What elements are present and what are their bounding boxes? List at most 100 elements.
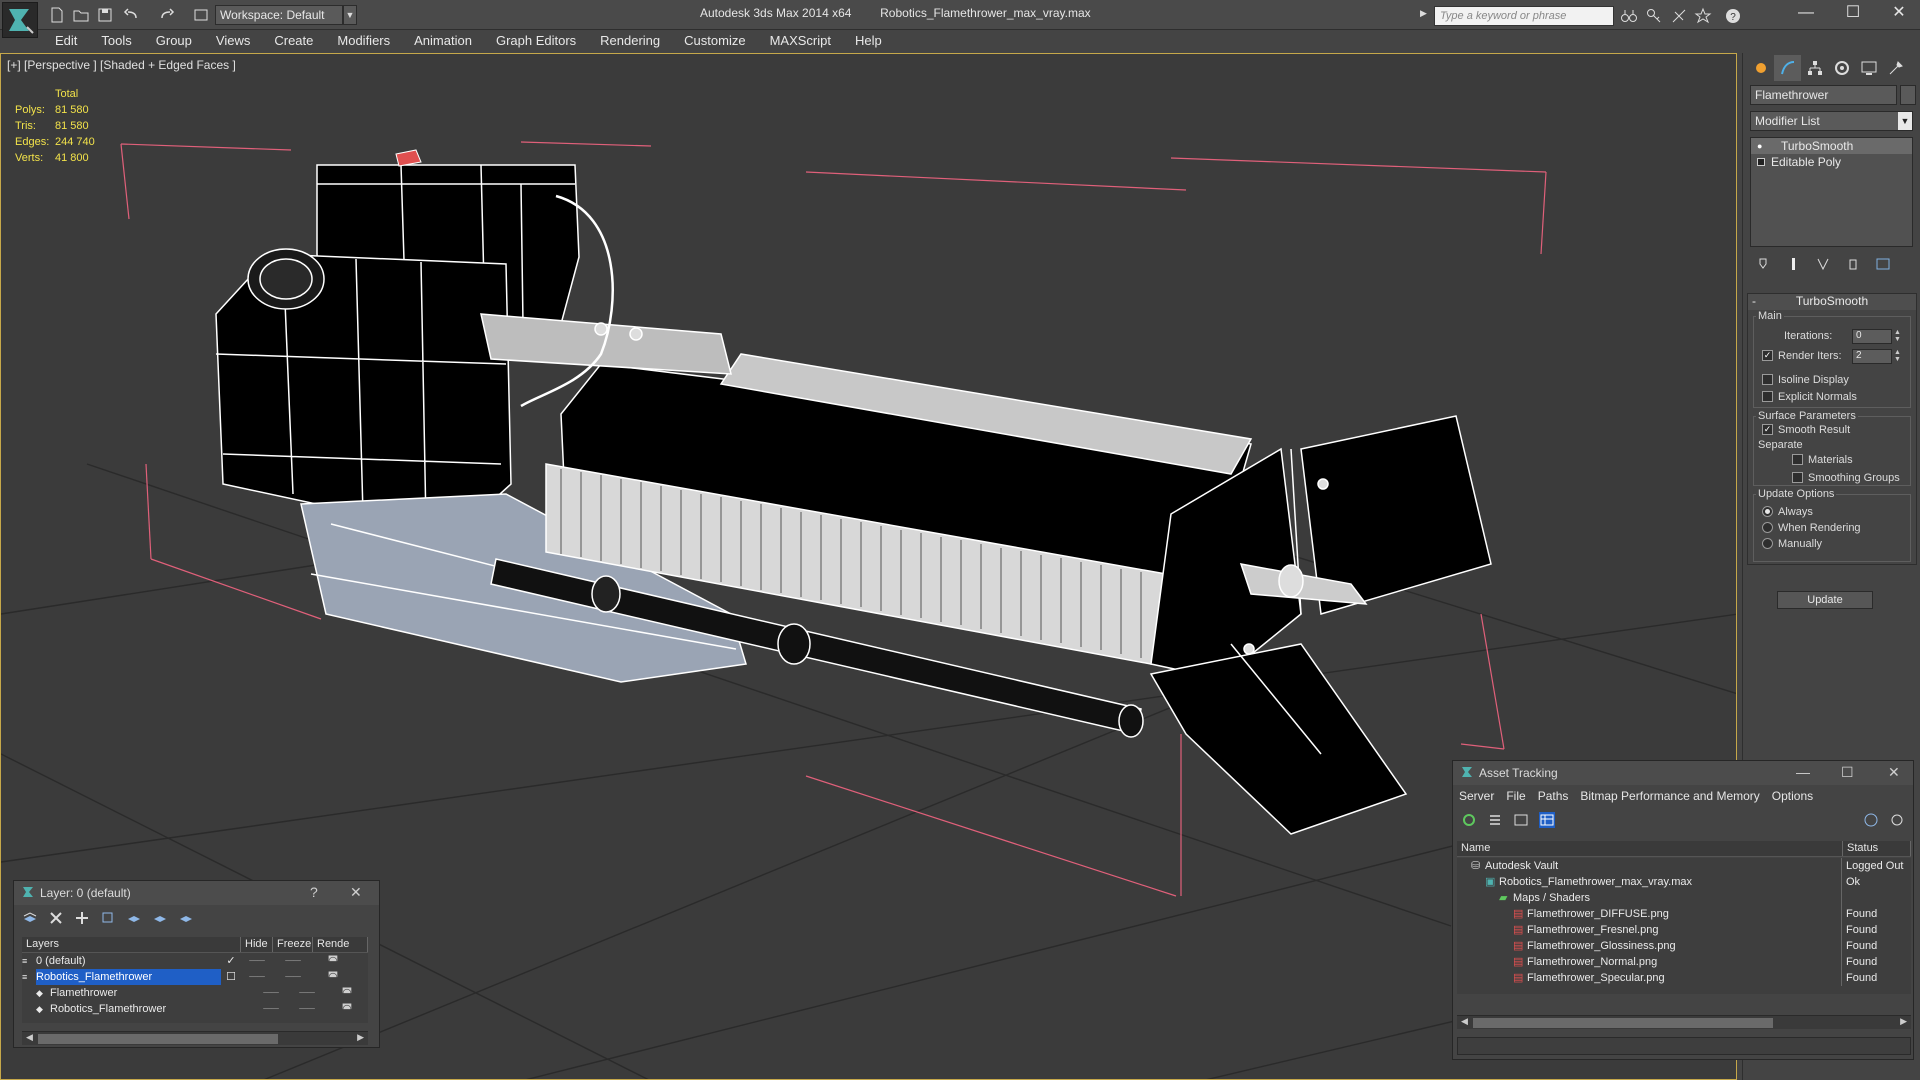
save-icon[interactable] [96,6,114,24]
settings-icon[interactable] [1889,812,1905,828]
new-file-icon[interactable] [48,6,66,24]
help-icon[interactable] [1863,812,1879,828]
update-button[interactable]: Update [1777,591,1873,609]
modify-tab-icon[interactable] [1774,55,1801,81]
smooth-result-checkbox[interactable]: ✓ [1762,424,1773,435]
current-layer-marker[interactable]: ☐ [221,969,241,985]
menu-views[interactable]: Views [204,30,262,48]
menu-rendering[interactable]: Rendering [588,30,672,48]
freeze-all-icon[interactable] [178,910,194,926]
hide-toggle[interactable]: ── [241,969,273,985]
utilities-tab-icon[interactable] [1882,55,1909,81]
column-status[interactable]: Status [1843,841,1911,856]
menu-animation[interactable]: Animation [402,30,484,48]
object-color-swatch[interactable] [1900,85,1916,105]
isoline-display-checkbox[interactable] [1762,374,1773,385]
menu-group[interactable]: Group [144,30,204,48]
stack-item-editable-poly[interactable]: Editable Poly [1751,154,1912,170]
layer-horizontal-scrollbar[interactable]: ◀ ▶ [22,1031,368,1045]
spinner-arrows-icon[interactable]: ▲ ▼ [1893,329,1902,344]
asset-menu-options[interactable]: Options [1772,789,1813,803]
show-end-result-icon[interactable] [1780,254,1806,274]
asset-row[interactable]: ▰ Maps / Shaders [1457,890,1911,906]
menu-modifiers[interactable]: Modifiers [325,30,402,48]
materials-checkbox[interactable] [1792,454,1803,465]
render-teapot-icon[interactable]: ◚ [327,1001,367,1017]
viewport-label[interactable]: [+] [Perspective ] [Shaded + Edged Faces… [7,58,236,72]
close-icon[interactable]: ✕ [350,884,362,901]
hide-toggle[interactable]: ── [241,953,273,969]
always-radio[interactable] [1762,506,1773,517]
asset-window-titlebar[interactable]: Asset Tracking — ☐ ✕ [1453,761,1913,785]
asset-row[interactable]: ▤ Flamethrower_Glossiness.png Found [1457,938,1911,954]
redo-icon[interactable] [158,6,176,24]
undo-icon[interactable] [122,6,140,24]
close-button[interactable]: ✕ [1879,3,1919,25]
render-iters-checkbox[interactable]: ✓ [1762,350,1773,361]
column-name[interactable]: Name [1457,841,1843,856]
stack-item-turbosmooth[interactable]: ● TurboSmooth [1751,138,1912,154]
thumbnail-view-icon[interactable] [1513,812,1529,828]
asset-row[interactable]: ▤ Flamethrower_Fresnel.png Found [1457,922,1911,938]
hierarchy-tab-icon[interactable] [1801,55,1828,81]
menu-graph-editors[interactable]: Graph Editors [484,30,588,48]
list-view-icon[interactable] [1487,812,1503,828]
menu-tools[interactable]: Tools [89,30,143,48]
asset-horizontal-scrollbar[interactable]: ◀ ▶ [1457,1015,1911,1029]
subscription-icon[interactable] [1670,7,1688,25]
current-layer-marker[interactable] [235,985,255,1001]
highlight-layer-icon[interactable] [126,910,142,926]
layer-window-titlebar[interactable]: Layer: 0 (default) ? ✕ [14,881,379,905]
render-iters-spinner[interactable]: 2 [1852,349,1892,364]
menu-customize[interactable]: Customize [672,30,757,48]
rollout-header[interactable]: - TurboSmooth [1748,294,1916,310]
asset-row[interactable]: ⛁ Autodesk Vault Logged Out [1457,858,1911,874]
render-teapot-icon[interactable]: ◚ [313,953,353,969]
workspace-dropdown[interactable]: Workspace: Default [215,5,343,25]
hide-all-icon[interactable] [152,910,168,926]
asset-row[interactable]: ▤ Flamethrower_DIFFUSE.png Found [1457,906,1911,922]
layer-row[interactable]: ≡ 0 (default) ✓ ── ── ◚ [22,953,368,969]
hide-toggle[interactable]: ── [255,985,287,1001]
modifier-list-dropdown[interactable]: Modifier List [1750,111,1913,131]
asset-menu-bitmap-performance-and-memory[interactable]: Bitmap Performance and Memory [1580,789,1759,803]
render-teapot-icon[interactable]: ◚ [327,985,367,1001]
column-freeze[interactable]: Freeze [273,937,313,952]
freeze-toggle[interactable]: ── [273,953,313,969]
layer-icon[interactable] [22,910,38,926]
make-unique-icon[interactable] [1810,254,1836,274]
scrollbar-thumb[interactable] [1473,1018,1773,1028]
pin-stack-icon[interactable] [1750,254,1776,274]
asset-menu-file[interactable]: File [1506,789,1525,803]
key-icon[interactable] [1645,7,1663,25]
project-folder-icon[interactable] [192,6,210,24]
lightbulb-icon[interactable]: ● [1757,141,1767,151]
maximize-icon[interactable]: ☐ [1841,764,1854,781]
current-layer-marker[interactable] [235,1001,255,1017]
chevron-down-icon[interactable]: ▼ [1898,112,1912,130]
help-icon[interactable]: ? [310,884,318,900]
menu-help[interactable]: Help [843,30,894,48]
select-objects-icon[interactable] [100,910,116,926]
asset-menu-paths[interactable]: Paths [1538,789,1569,803]
motion-tab-icon[interactable] [1828,55,1855,81]
create-tab-icon[interactable] [1747,55,1774,81]
column-layers[interactable]: Layers [22,937,241,952]
configure-sets-icon[interactable] [1870,254,1896,274]
help-icon[interactable]: ? [1724,7,1742,25]
search-input[interactable]: Type a keyword or phrase [1434,6,1614,26]
spinner-arrows-icon[interactable]: ▲ ▼ [1893,349,1902,364]
delete-icon[interactable] [48,910,64,926]
close-icon[interactable]: ✕ [1888,764,1900,781]
expand-icon[interactable] [1757,158,1765,166]
current-layer-marker[interactable]: ✓ [221,953,241,969]
layer-row[interactable]: ◆ Robotics_Flamethrower ── ── ◚ [22,1001,368,1017]
iterations-spinner[interactable]: 0 [1852,329,1892,344]
render-teapot-icon[interactable]: ◚ [313,969,353,985]
manually-radio[interactable] [1762,538,1773,549]
minimize-button[interactable]: — [1786,3,1826,25]
menu-edit[interactable]: Edit [40,30,89,48]
remove-modifier-icon[interactable] [1840,254,1866,274]
layer-row[interactable]: ◆ Flamethrower ── ── ◚ [22,985,368,1001]
asset-row[interactable]: ▤ Flamethrower_Normal.png Found [1457,954,1911,970]
